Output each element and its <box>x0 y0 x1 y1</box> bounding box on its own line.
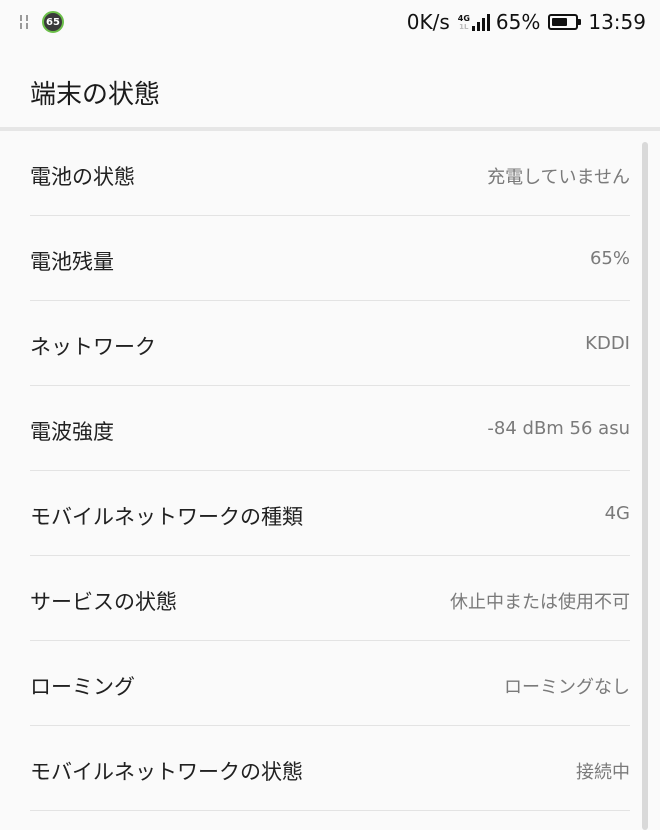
row-value: 充電していません <box>487 167 630 188</box>
page-title: 端末の状態 <box>30 80 161 110</box>
app-bar: 端末の状態 <box>0 44 660 130</box>
list-item-mobile-network-state[interactable]: モバイルネットワークの状態 接続中 <box>30 726 630 811</box>
status-left: 65 <box>18 10 64 34</box>
row-value: 休止中または使用不可 <box>450 592 630 613</box>
row-label: モバイルネットワークの種類 <box>30 505 303 529</box>
status-list: 電池の状態 充電していません 電池残量 65% ネットワーク KDDI 電波強度… <box>30 131 630 811</box>
net-speed: 0K/s <box>406 10 450 34</box>
list-item-mobile-network-type[interactable]: モバイルネットワークの種類 4G <box>30 471 630 556</box>
list-item-battery-level[interactable]: 電池残量 65% <box>30 216 630 301</box>
row-value: 4G <box>604 503 630 524</box>
row-label: サービスの状態 <box>30 590 177 614</box>
scrollbar[interactable] <box>642 142 648 830</box>
row-label: ネットワーク <box>30 335 156 359</box>
notification-badge-icon: 65 <box>42 11 64 33</box>
row-label: 電池残量 <box>30 250 114 274</box>
status-bar: 65 0K/s 4G 1L 65% 13:59 <box>0 0 660 44</box>
row-value: 65% <box>589 248 630 269</box>
clock: 13:59 <box>588 10 646 34</box>
network-sub: 1L <box>459 23 469 31</box>
signal-icon: 4G 1L <box>458 13 490 31</box>
list-item-battery-status[interactable]: 電池の状態 充電していません <box>30 131 630 216</box>
row-label: モバイルネットワークの状態 <box>30 760 303 784</box>
list-item-service-state[interactable]: サービスの状態 休止中または使用不可 <box>30 556 630 641</box>
row-label: ローミング <box>30 675 135 699</box>
list-item-signal-strength[interactable]: 電波強度 -84 dBm 56 asu <box>30 386 630 471</box>
row-label: 電池の状態 <box>30 165 135 189</box>
row-value: ローミングなし <box>504 677 630 698</box>
usb-icon <box>18 13 30 31</box>
network-type-label: 4G 1L <box>457 14 470 32</box>
row-label: 電波強度 <box>30 420 114 444</box>
list-item-roaming[interactable]: ローミング ローミングなし <box>30 641 630 726</box>
list-item-network[interactable]: ネットワーク KDDI <box>30 301 630 386</box>
row-value: -84 dBm 56 asu <box>487 418 630 439</box>
network-type: 4G <box>457 14 470 23</box>
row-value: 接続中 <box>576 762 630 783</box>
status-right: 0K/s 4G 1L 65% 13:59 <box>407 8 646 36</box>
battery-icon <box>548 14 582 30</box>
battery-percent: 65% <box>495 10 541 34</box>
row-value: KDDI <box>585 333 630 354</box>
signal-bars <box>471 13 490 31</box>
